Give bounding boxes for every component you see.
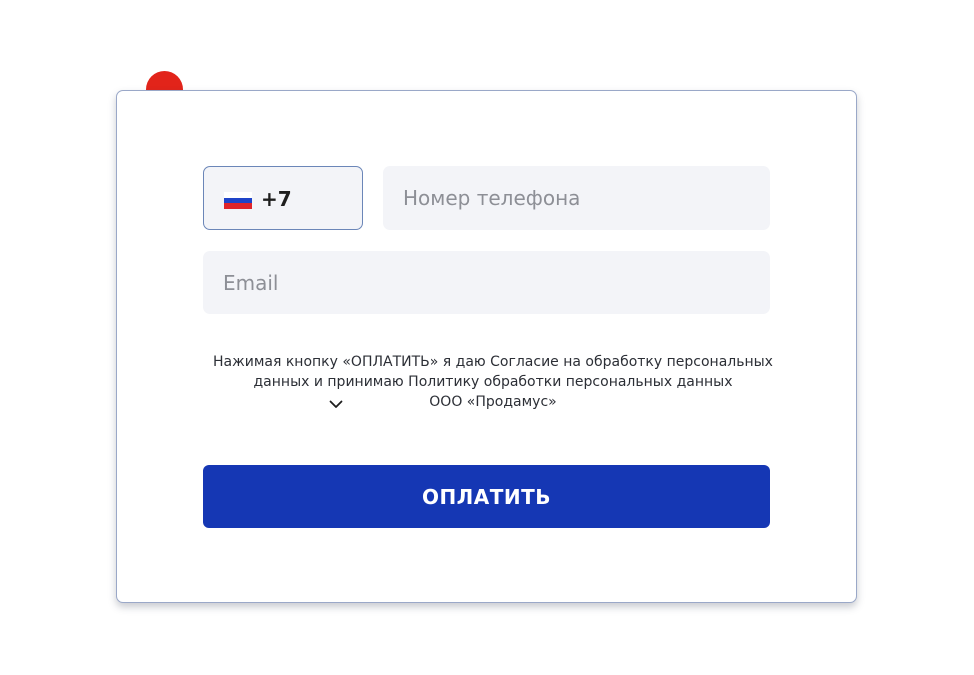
country-code-selector[interactable]: +7	[203, 166, 363, 230]
consent-text: Нажимая кнопку «ОПЛАТИТЬ» я даю Согласие…	[203, 352, 783, 412]
chevron-down-icon[interactable]	[329, 398, 343, 410]
email-input[interactable]	[203, 251, 770, 314]
pay-button[interactable]: ОПЛАТИТЬ	[203, 465, 770, 528]
phone-number-input[interactable]	[383, 166, 770, 230]
consent-line-2: данных и принимаю Политику обработки пер…	[253, 374, 733, 390]
flag-stripe-red	[224, 203, 252, 210]
consent-line-3: ООО «Продамус»	[429, 394, 557, 410]
russia-flag-icon	[224, 192, 252, 210]
country-code-label: +7	[261, 187, 292, 211]
consent-line-1: Нажимая кнопку «ОПЛАТИТЬ» я даю Согласие…	[213, 354, 773, 370]
